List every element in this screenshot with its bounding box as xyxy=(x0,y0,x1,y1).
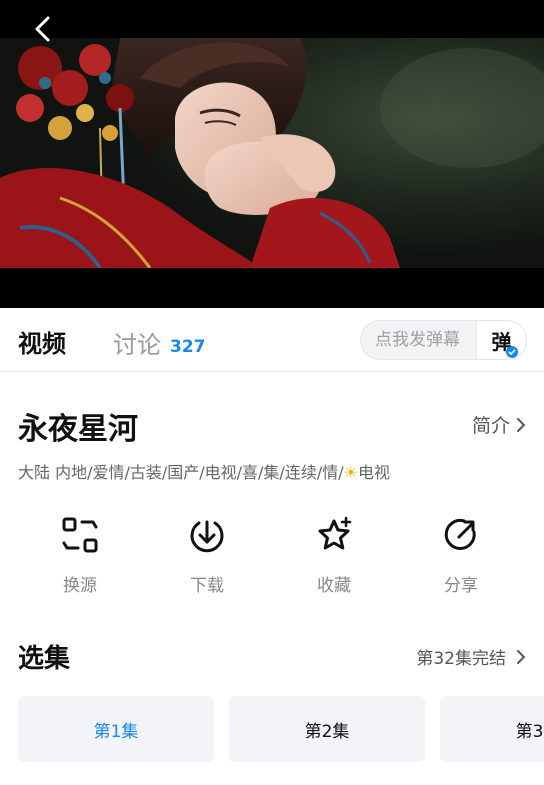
intro-label: 简介 xyxy=(471,415,510,437)
check-icon xyxy=(505,345,518,358)
download-button[interactable]: 下载 xyxy=(167,515,247,596)
show-title: 永夜星河 xyxy=(18,412,138,447)
tab-video[interactable]: 视频 xyxy=(18,324,66,359)
switch-source-label: 换源 xyxy=(63,576,97,596)
tab-discuss[interactable]: 讨论 xyxy=(113,325,161,360)
danmaku-bar: 弹 xyxy=(360,320,527,360)
chevron-right-icon xyxy=(517,417,526,432)
back-button[interactable] xyxy=(26,12,60,46)
switch-source-icon xyxy=(62,517,98,553)
star-icon xyxy=(318,516,352,550)
share-button[interactable]: 分享 xyxy=(421,515,501,596)
sun-icon: ☀ xyxy=(343,463,358,482)
danmaku-toggle-label: 弹 xyxy=(492,326,518,358)
video-frame[interactable] xyxy=(0,38,544,268)
episode-list[interactable]: 第1集 第2集 第3集 xyxy=(18,696,544,762)
tabs-row: 视频 讨论 327 弹 xyxy=(0,308,544,372)
video-still-image xyxy=(0,38,544,268)
discuss-count-badge: 327 xyxy=(170,337,206,357)
danmaku-toggle-button[interactable]: 弹 xyxy=(476,321,526,359)
tags-suffix: 电视 xyxy=(357,463,390,482)
episodes-status-button[interactable]: 第32集完结 xyxy=(416,644,526,669)
intro-button[interactable]: 简介 xyxy=(472,411,526,438)
chevron-right-icon xyxy=(517,649,526,664)
chevron-left-icon xyxy=(35,16,50,42)
episode-item[interactable]: 第2集 xyxy=(229,696,425,762)
action-bar: 换源 下载 收藏 分享 xyxy=(0,515,544,605)
switch-source-button[interactable]: 换源 xyxy=(40,515,120,596)
episodes-status-label: 第32集完结 xyxy=(416,649,506,669)
danmaku-input[interactable] xyxy=(361,321,477,359)
share-icon xyxy=(444,519,476,550)
favorite-button[interactable]: 收藏 xyxy=(294,515,374,596)
share-label: 分享 xyxy=(444,576,478,596)
episode-item[interactable]: 第1集 xyxy=(18,696,214,762)
episode-item[interactable]: 第3集 xyxy=(440,696,544,762)
show-tags: 大陆 内地/爱情/古装/国产/电视/喜/集/连续/情/☀电视 xyxy=(18,459,390,483)
video-player[interactable] xyxy=(0,0,544,308)
download-icon xyxy=(190,520,224,553)
download-label: 下载 xyxy=(190,576,224,596)
episodes-title: 选集 xyxy=(18,644,71,674)
favorite-label: 收藏 xyxy=(317,576,351,596)
tags-text: 大陆 内地/爱情/古装/国产/电视/喜/集/连续/情/ xyxy=(18,463,344,482)
